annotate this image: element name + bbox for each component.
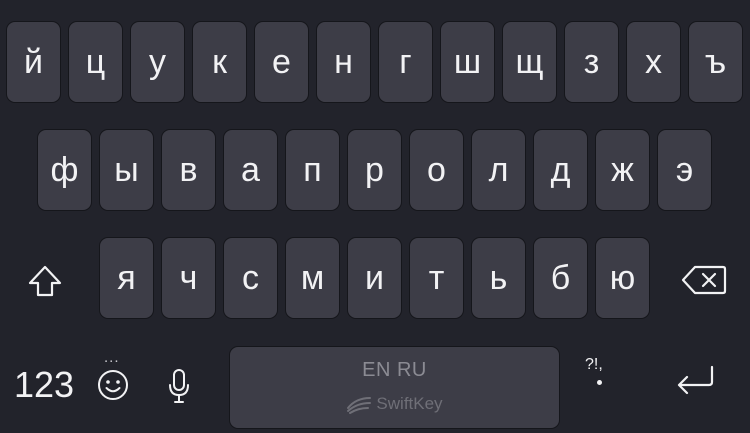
key-и[interactable]: и <box>347 237 402 319</box>
punctuation-key-label[interactable]: ?!, <box>585 356 603 374</box>
key-ы[interactable]: ы <box>99 129 154 211</box>
microphone-icon[interactable] <box>163 366 195 406</box>
key-к[interactable]: к <box>192 21 247 103</box>
key-ш[interactable]: ш <box>440 21 495 103</box>
key-о[interactable]: о <box>409 129 464 211</box>
key-ц[interactable]: ц <box>68 21 123 103</box>
key-с[interactable]: с <box>223 237 278 319</box>
return-icon[interactable] <box>672 358 718 404</box>
numbers-key[interactable]: 123 <box>10 362 78 408</box>
shift-icon[interactable] <box>22 258 68 304</box>
space-languages-label: EN RU <box>362 359 427 381</box>
key-у[interactable]: у <box>130 21 185 103</box>
swiftkey-label: SwiftKey <box>376 394 443 413</box>
keyboard: й ц у к е н г ш щ з х ъ ф ы в а п р о л … <box>0 0 750 433</box>
smiley-icon[interactable] <box>94 366 132 404</box>
key-ж[interactable]: ж <box>595 129 650 211</box>
key-ф[interactable]: ф <box>37 129 92 211</box>
key-д[interactable]: д <box>533 129 588 211</box>
key-в[interactable]: в <box>161 129 216 211</box>
key-э[interactable]: э <box>657 129 712 211</box>
key-г[interactable]: г <box>378 21 433 103</box>
key-л[interactable]: л <box>471 129 526 211</box>
key-н[interactable]: н <box>316 21 371 103</box>
key-б[interactable]: б <box>533 237 588 319</box>
key-щ[interactable]: щ <box>502 21 557 103</box>
key-й[interactable]: й <box>6 21 61 103</box>
key-а[interactable]: а <box>223 129 278 211</box>
swiftkey-brand: SwiftKey <box>230 394 559 414</box>
key-т[interactable]: т <box>409 237 464 319</box>
backspace-icon[interactable] <box>680 260 728 300</box>
swiftkey-logo-icon <box>347 397 372 414</box>
key-я[interactable]: я <box>99 237 154 319</box>
key-ъ[interactable]: ъ <box>688 21 743 103</box>
space-bar[interactable]: EN RU SwiftKey <box>229 346 560 429</box>
key-ь[interactable]: ь <box>471 237 526 319</box>
key-ю[interactable]: ю <box>595 237 650 319</box>
key-е[interactable]: е <box>254 21 309 103</box>
key-р[interactable]: р <box>347 129 402 211</box>
key-ч[interactable]: ч <box>161 237 216 319</box>
key-п[interactable]: п <box>285 129 340 211</box>
key-х[interactable]: х <box>626 21 681 103</box>
punctuation-dot[interactable] <box>597 380 602 385</box>
key-з[interactable]: з <box>564 21 619 103</box>
emoji-more-indicator: ... <box>104 349 120 366</box>
key-м[interactable]: м <box>285 237 340 319</box>
